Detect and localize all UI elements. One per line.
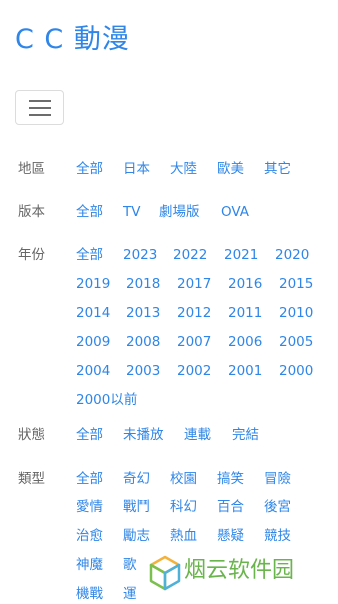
genre-option-music[interactable]: 歌 bbox=[123, 555, 137, 575]
year-option-2012[interactable]: 2012 bbox=[177, 303, 211, 323]
year-option-all[interactable]: 全部 bbox=[76, 245, 103, 265]
year-option-2004[interactable]: 2004 bbox=[76, 361, 110, 381]
year-option-2009[interactable]: 2009 bbox=[76, 332, 110, 352]
year-option-2023[interactable]: 2023 bbox=[123, 245, 157, 265]
genre-option-harem[interactable]: 後宮 bbox=[264, 497, 291, 517]
year-option-2003[interactable]: 2003 bbox=[126, 361, 160, 381]
version-option-movie[interactable]: 劇場版 bbox=[159, 202, 200, 222]
genre-option-sport[interactable]: 運 bbox=[123, 584, 137, 604]
genre-option-adventure[interactable]: 冒險 bbox=[264, 469, 291, 489]
region-option-all[interactable]: 全部 bbox=[76, 159, 103, 179]
version-option-ova[interactable]: OVA bbox=[221, 202, 249, 222]
genre-option-yuri[interactable]: 百合 bbox=[217, 497, 244, 517]
region-option-other[interactable]: 其它 bbox=[264, 159, 291, 179]
year-option-2001[interactable]: 2001 bbox=[228, 361, 262, 381]
year-option-2022[interactable]: 2022 bbox=[173, 245, 207, 265]
region-option-west[interactable]: 歐美 bbox=[217, 159, 244, 179]
filter-label-status: 狀態 bbox=[18, 427, 45, 443]
year-option-2000[interactable]: 2000 bbox=[279, 361, 313, 381]
region-option-japan[interactable]: 日本 bbox=[123, 159, 150, 179]
year-option-2016[interactable]: 2016 bbox=[228, 274, 262, 294]
year-option-2020[interactable]: 2020 bbox=[275, 245, 309, 265]
genre-option-scifi[interactable]: 科幻 bbox=[170, 497, 197, 517]
status-option-not-aired[interactable]: 未播放 bbox=[123, 425, 164, 445]
watermark: 烟云软件园 bbox=[148, 552, 338, 596]
year-option-2015[interactable]: 2015 bbox=[279, 274, 313, 294]
year-option-2013[interactable]: 2013 bbox=[126, 303, 160, 323]
genre-option-demon[interactable]: 神魔 bbox=[76, 555, 103, 575]
genre-option-battle[interactable]: 戰鬥 bbox=[123, 497, 150, 517]
navbar-toggler-button[interactable] bbox=[15, 90, 64, 125]
genre-option-fantasy[interactable]: 奇幻 bbox=[123, 469, 150, 489]
brand-title[interactable]: C C 動漫 bbox=[15, 22, 130, 58]
year-option-2002[interactable]: 2002 bbox=[177, 361, 211, 381]
year-option-2007[interactable]: 2007 bbox=[177, 332, 211, 352]
genre-option-mecha[interactable]: 機戰 bbox=[76, 584, 103, 604]
version-option-all[interactable]: 全部 bbox=[76, 202, 103, 222]
filter-label-version: 版本 bbox=[18, 204, 45, 220]
watermark-text: 烟云软件园 bbox=[184, 558, 295, 583]
genre-option-sports[interactable]: 競技 bbox=[264, 526, 291, 546]
year-option-before-2000[interactable]: 2000以前 bbox=[76, 390, 137, 410]
genre-option-romance[interactable]: 愛情 bbox=[76, 497, 103, 517]
cube-logo-icon bbox=[149, 555, 181, 591]
year-option-2005[interactable]: 2005 bbox=[279, 332, 313, 352]
status-option-ongoing[interactable]: 連載 bbox=[184, 425, 211, 445]
year-option-2010[interactable]: 2010 bbox=[279, 303, 313, 323]
year-option-2019[interactable]: 2019 bbox=[76, 274, 110, 294]
filter-label-region: 地區 bbox=[18, 161, 45, 177]
year-option-2008[interactable]: 2008 bbox=[126, 332, 160, 352]
filter-label-year: 年份 bbox=[18, 247, 45, 263]
genre-option-hot-blooded[interactable]: 熱血 bbox=[170, 526, 197, 546]
year-option-2011[interactable]: 2011 bbox=[228, 303, 262, 323]
year-option-2021[interactable]: 2021 bbox=[224, 245, 258, 265]
region-option-mainland[interactable]: 大陸 bbox=[170, 159, 197, 179]
status-option-completed[interactable]: 完結 bbox=[232, 425, 259, 445]
year-option-2014[interactable]: 2014 bbox=[76, 303, 110, 323]
genre-option-healing[interactable]: 治愈 bbox=[76, 526, 103, 546]
status-option-all[interactable]: 全部 bbox=[76, 425, 103, 445]
genre-option-all[interactable]: 全部 bbox=[76, 469, 103, 489]
genre-option-inspirational[interactable]: 勵志 bbox=[123, 526, 150, 546]
genre-option-comedy[interactable]: 搞笑 bbox=[217, 469, 244, 489]
version-option-tv[interactable]: TV bbox=[123, 202, 140, 222]
genre-option-school[interactable]: 校園 bbox=[170, 469, 197, 489]
year-option-2017[interactable]: 2017 bbox=[177, 274, 211, 294]
year-option-2006[interactable]: 2006 bbox=[228, 332, 262, 352]
year-option-2018[interactable]: 2018 bbox=[126, 274, 160, 294]
genre-option-mystery[interactable]: 懸疑 bbox=[217, 526, 244, 546]
filter-label-genre: 類型 bbox=[18, 471, 45, 487]
